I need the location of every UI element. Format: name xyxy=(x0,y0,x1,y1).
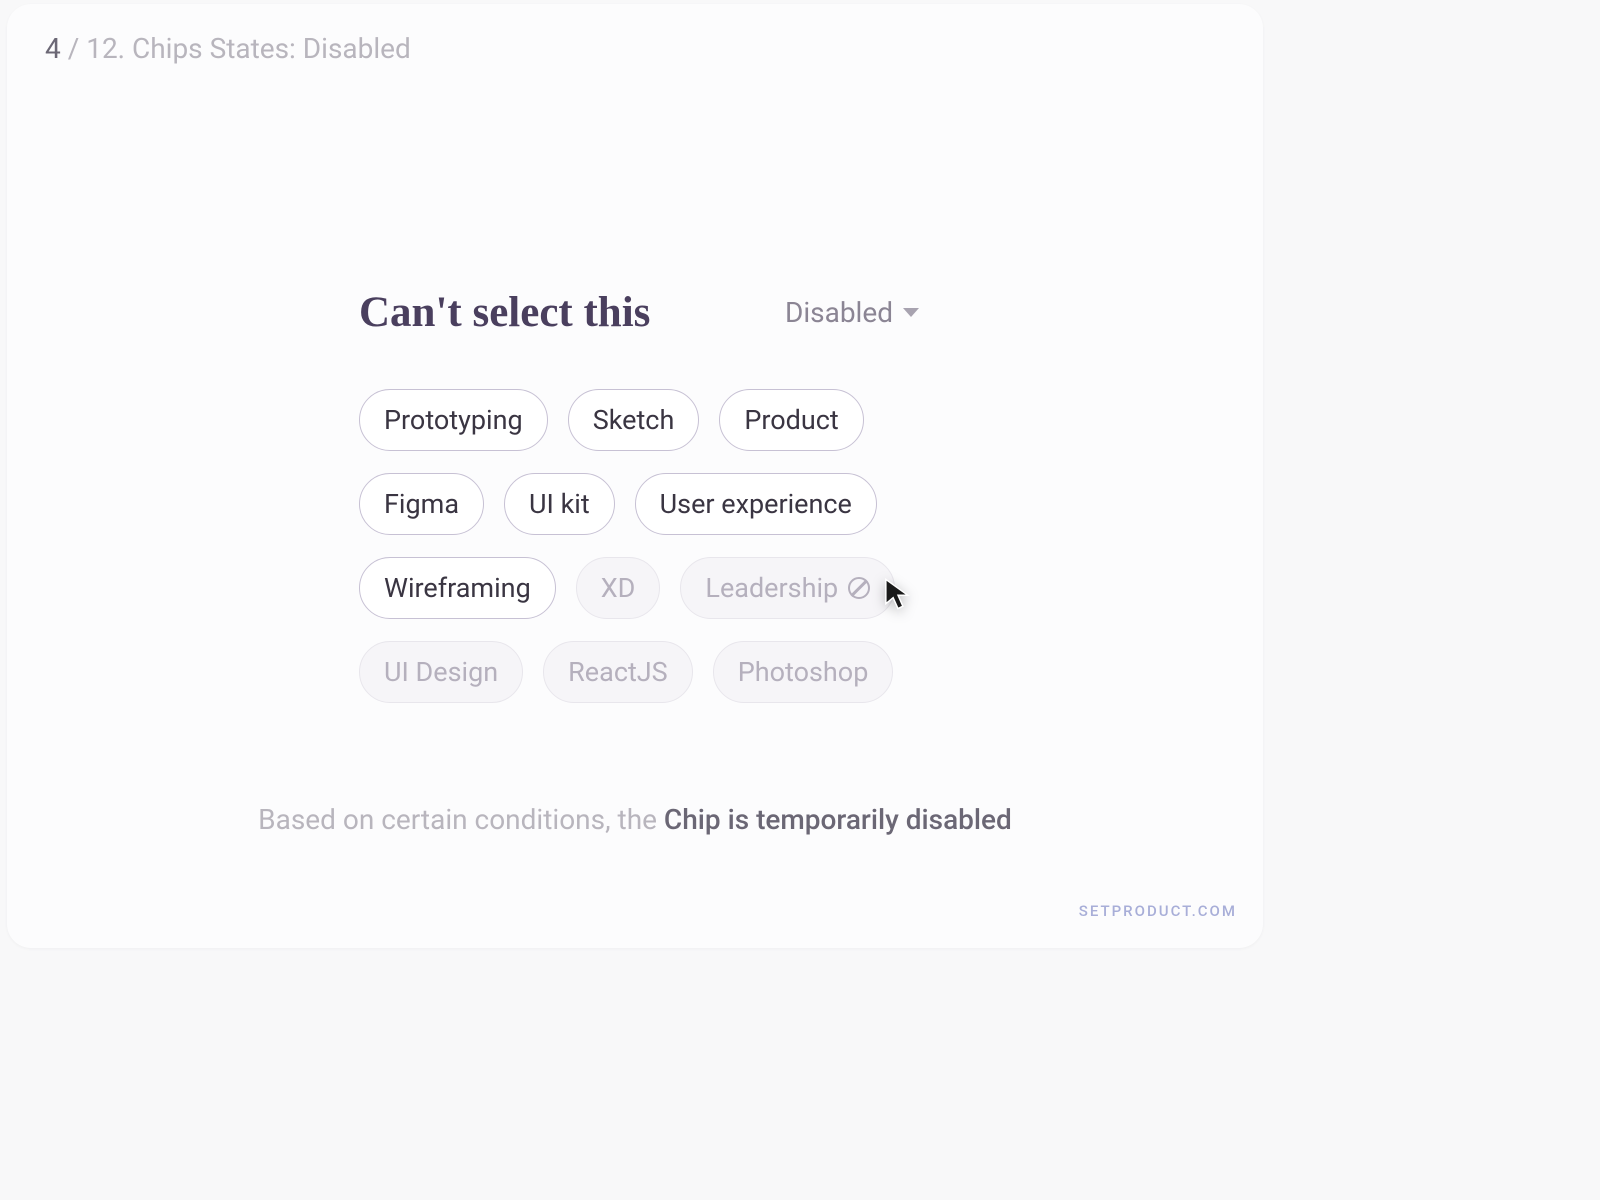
dropdown-label: Disabled xyxy=(785,296,893,329)
chip-reactjs: ReactJS xyxy=(543,641,693,703)
caption-emphasis: Chip is temporarily disabled xyxy=(664,803,1012,836)
slide-card: 4 / 12. Chips States: Disabled Can't sel… xyxy=(7,4,1263,948)
chevron-down-icon xyxy=(903,308,919,317)
chip-leadership: Leadership xyxy=(680,557,895,619)
header-row: Can't select this Disabled xyxy=(359,288,919,337)
breadcrumb: 4 / 12. Chips States: Disabled xyxy=(45,32,411,65)
chip-xd: XD xyxy=(576,557,661,619)
chip-figma[interactable]: Figma xyxy=(359,473,484,535)
page-title: Can't select this xyxy=(359,288,650,337)
watermark: SETPRODUCT.COM xyxy=(1079,902,1237,920)
content-area: Can't select this Disabled Prototyping S… xyxy=(359,288,919,703)
prohibit-icon xyxy=(848,577,870,599)
chip-prototyping[interactable]: Prototyping xyxy=(359,389,548,451)
chips-container: Prototyping Sketch Product Figma UI kit … xyxy=(359,389,919,703)
breadcrumb-title: 12. Chips States: Disabled xyxy=(86,32,411,65)
chip-user-experience[interactable]: User experience xyxy=(635,473,877,535)
chip-uikit[interactable]: UI kit xyxy=(504,473,615,535)
chip-ui-design: UI Design xyxy=(359,641,523,703)
chip-wireframing[interactable]: Wireframing xyxy=(359,557,556,619)
chip-photoshop: Photoshop xyxy=(713,641,894,703)
caption: Based on certain conditions, the Chip is… xyxy=(258,803,1012,836)
state-dropdown[interactable]: Disabled xyxy=(785,296,919,329)
chip-sketch[interactable]: Sketch xyxy=(568,389,700,451)
caption-prefix: Based on certain conditions, the xyxy=(258,803,664,836)
chip-product[interactable]: Product xyxy=(719,389,863,451)
page-current: 4 xyxy=(45,32,61,65)
cursor-icon xyxy=(883,577,913,611)
breadcrumb-sep: / xyxy=(61,32,86,65)
